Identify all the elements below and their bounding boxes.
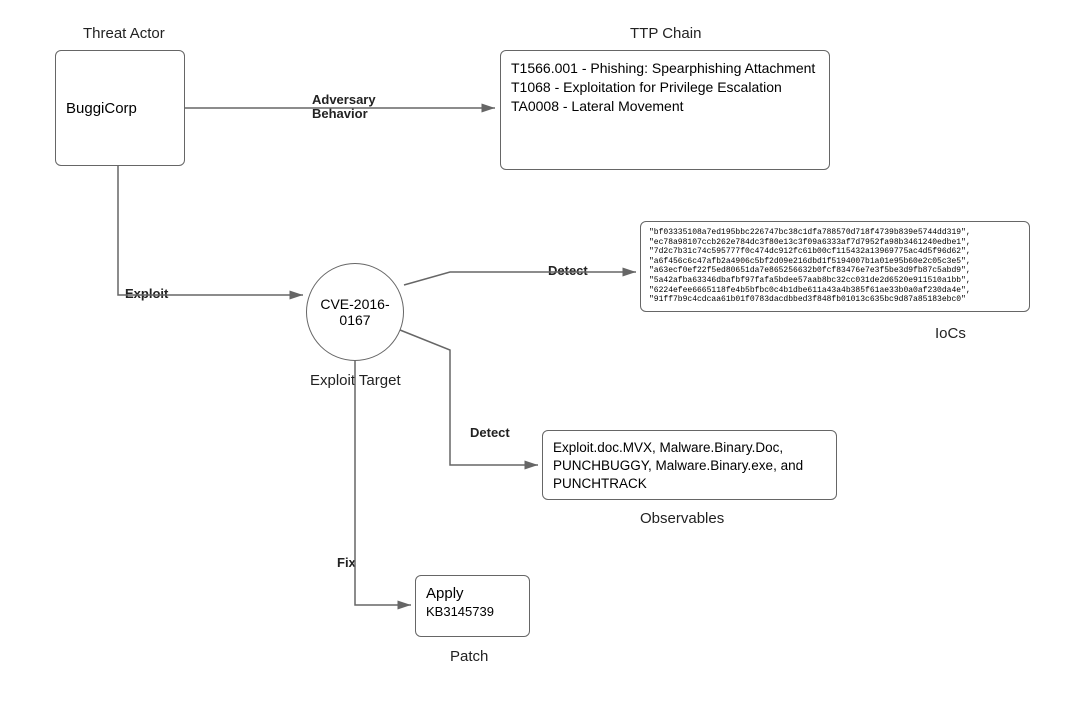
edge-exploit-label: Exploit (125, 286, 168, 301)
ioc-hash: "a63ecf0ef22f5ed80651da7e865256632b0fcf8… (649, 266, 1021, 276)
ttp-chain-content: T1566.001 - Phishing: Spearphishing Atta… (511, 59, 819, 116)
edge-adversary-label: Adversary Behavior (312, 93, 376, 122)
patch-label: Patch (450, 648, 488, 665)
iocs-label: IoCs (935, 325, 966, 342)
ioc-hash: "ec78a98107ccb262e784dc3f80e13c3f09a6333… (649, 238, 1021, 248)
threat-actor-label: Threat Actor (83, 25, 165, 42)
ttp-item: TA0008 - Lateral Movement (511, 97, 819, 116)
ioc-hash: "91ff7b9c4cdcaa61b01f0783dacdbbed3f848fb… (649, 295, 1021, 305)
edge-fix-label: Fix (337, 555, 356, 570)
observables-text: Exploit.doc.MVX, Malware.Binary.Doc, PUN… (553, 439, 826, 494)
patch-kb: KB3145739 (426, 604, 519, 621)
ioc-hash: "5a42afba63346dbafbf97fafa5bdee57aab8bc3… (649, 276, 1021, 286)
exploit-target-name: CVE-2016-0167 (307, 296, 403, 328)
exploit-target-label: Exploit Target (310, 372, 401, 389)
edge-detect-label-2: Detect (470, 425, 510, 440)
ttp-chain-label: TTP Chain (630, 25, 701, 42)
ioc-hash: "bf03335108a7ed195bbc226747bc38c1dfa7885… (649, 228, 1021, 238)
iocs-node: "bf03335108a7ed195bbc226747bc38c1dfa7885… (640, 221, 1030, 312)
ioc-hash: "7d2c7b31c74c595777f0c474dc912fc61b00cf1… (649, 247, 1021, 257)
ttp-item: T1068 - Exploitation for Privilege Escal… (511, 78, 819, 97)
observables-node: Exploit.doc.MVX, Malware.Binary.Doc, PUN… (542, 430, 837, 500)
ttp-item: T1566.001 - Phishing: Spearphishing Atta… (511, 59, 819, 78)
ttp-chain-node: T1566.001 - Phishing: Spearphishing Atta… (500, 50, 830, 170)
patch-node: Apply KB3145739 (415, 575, 530, 637)
threat-actor-name: BuggiCorp (66, 100, 137, 117)
observables-label: Observables (640, 510, 724, 527)
edge-detect-label-1: Detect (548, 263, 588, 278)
ioc-hash: "6224efee6665118fe4b5bfbc0c4b1dbe611a43a… (649, 286, 1021, 296)
exploit-target-node: CVE-2016-0167 (306, 263, 404, 361)
diagram-canvas: Threat Actor BuggiCorp TTP Chain T1566.0… (0, 0, 1070, 717)
ioc-hash: "a6f456c6c47afb2a4906c5bf2d09e216dbd1f51… (649, 257, 1021, 267)
patch-title: Apply (426, 584, 519, 604)
threat-actor-node: BuggiCorp (55, 50, 185, 166)
